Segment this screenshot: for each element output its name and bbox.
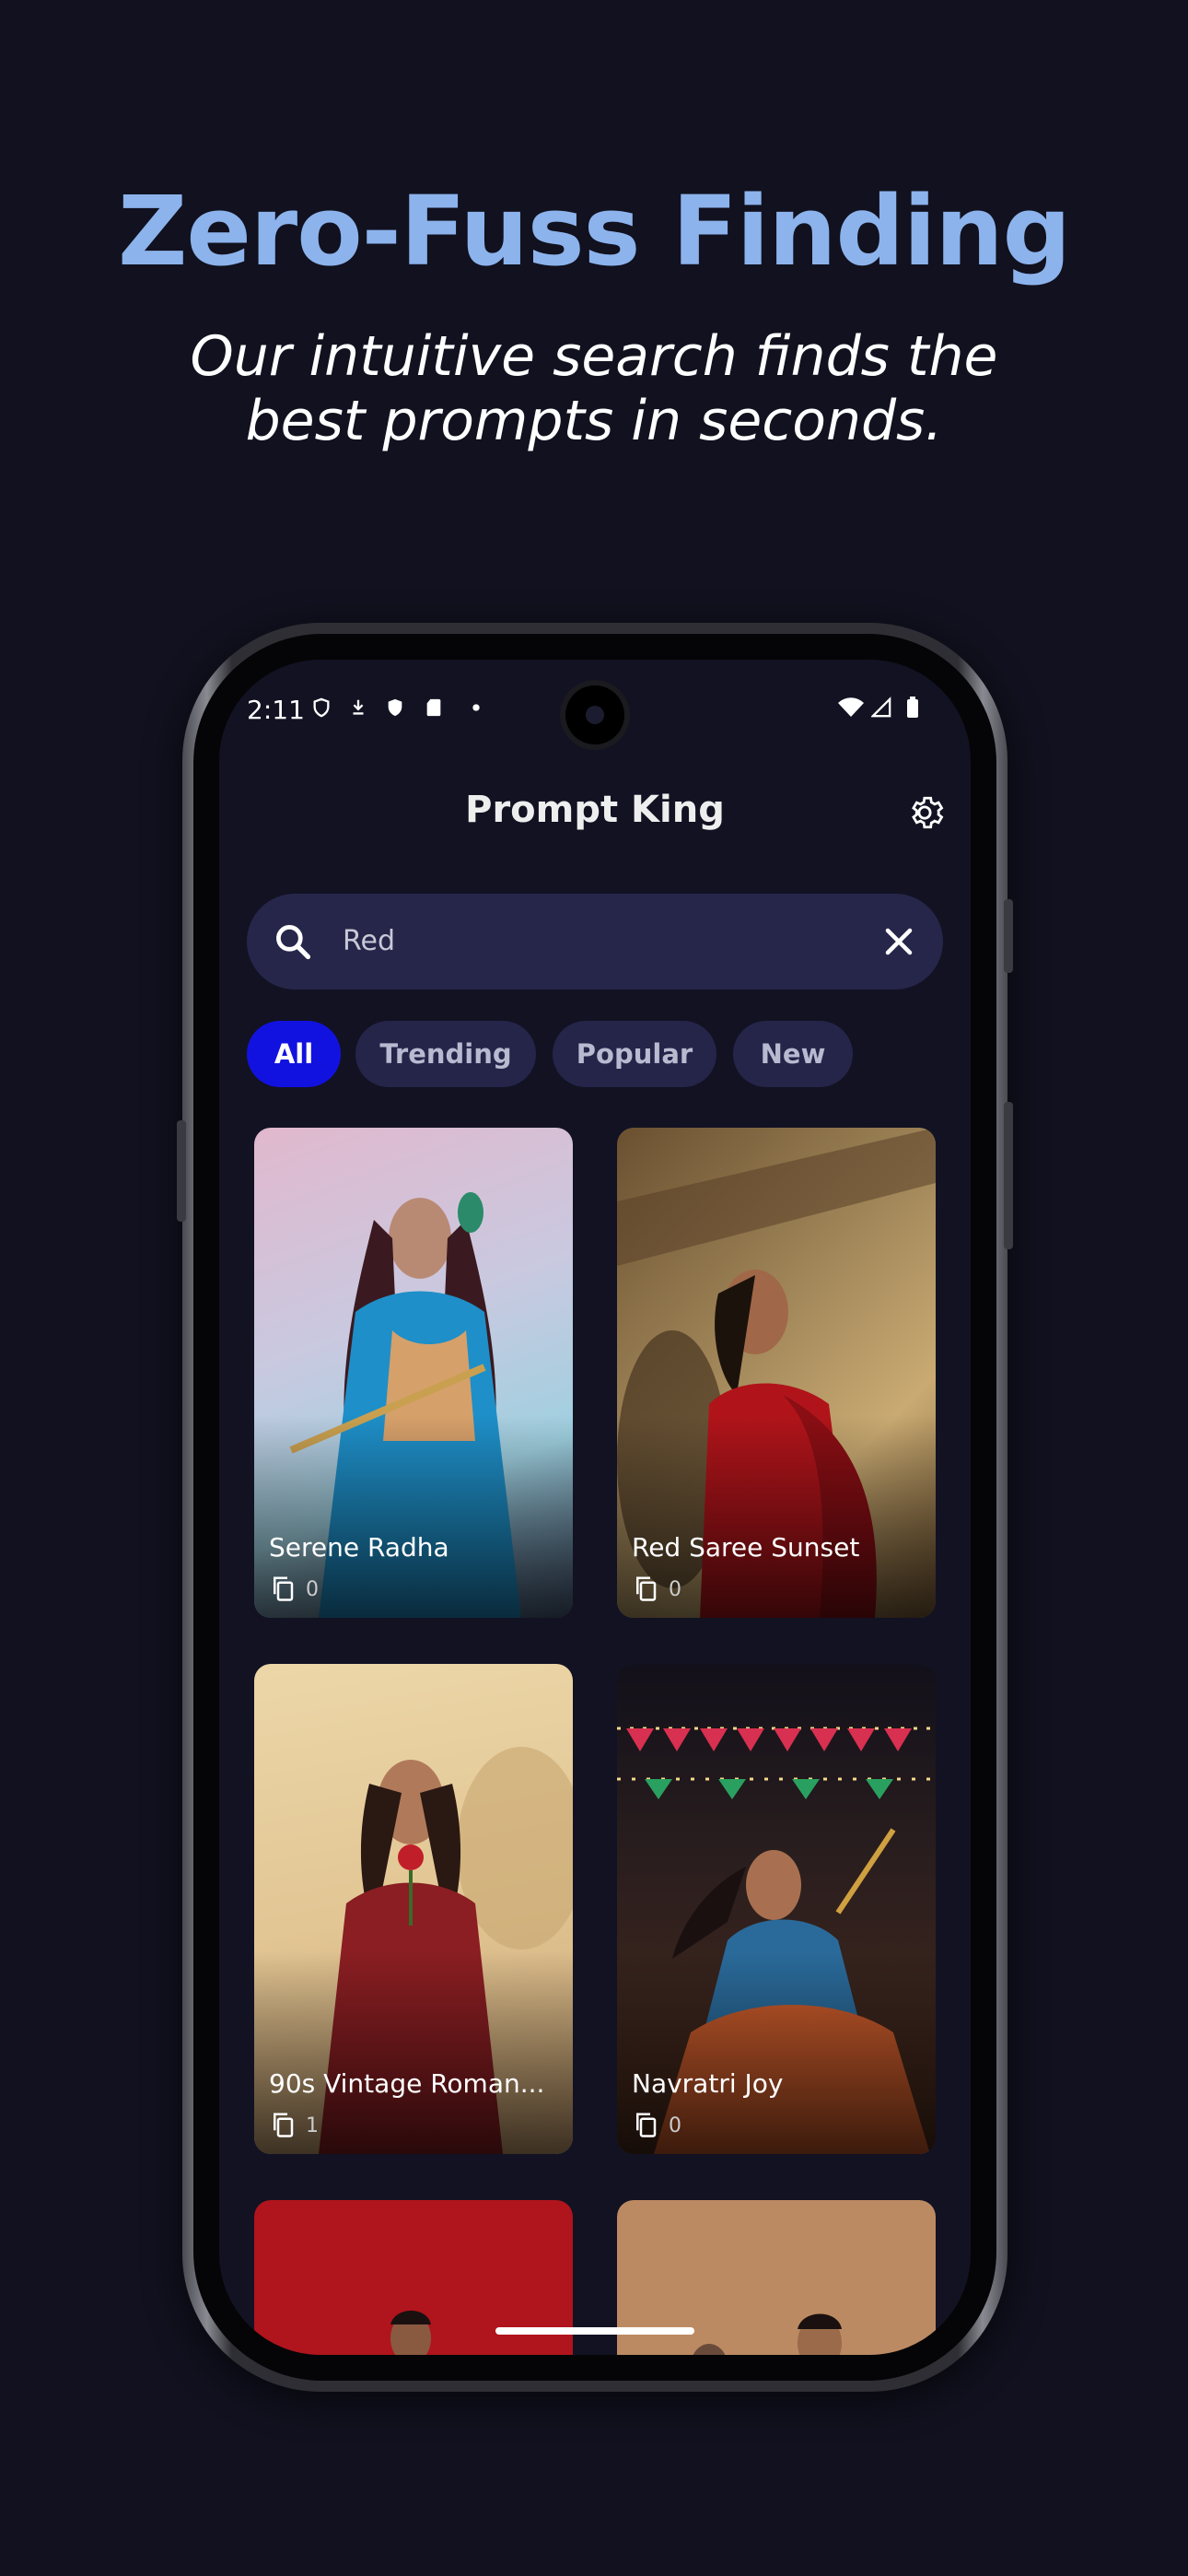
chip-popular[interactable]: Popular — [553, 1021, 716, 1087]
shield-outline-icon — [313, 697, 330, 718]
copy-icon[interactable] — [632, 1574, 659, 1603]
download-icon — [353, 699, 364, 715]
close-icon[interactable] — [882, 925, 915, 958]
card-title: 90s Vintage Roman... — [269, 2068, 545, 2099]
copy-icon[interactable] — [269, 2110, 297, 2139]
home-indicator[interactable] — [495, 2327, 694, 2335]
card-overlay — [617, 1951, 936, 2154]
card-title: Red Saree Sunset — [632, 1532, 860, 1563]
chip-all[interactable]: All — [247, 1021, 341, 1087]
chip-trending[interactable]: Trending — [355, 1021, 536, 1087]
app-screen: 2:11 Prompt King Red All Trending Popula… — [219, 660, 971, 2355]
prompt-card[interactable]: Red Saree Sunset 0 — [617, 1128, 936, 1618]
card-overlay — [254, 1415, 573, 1618]
sd-card-icon — [426, 698, 441, 717]
chip-new[interactable]: New — [733, 1021, 853, 1087]
prompt-card[interactable]: 90s Vintage Roman... 1 — [254, 1664, 573, 2154]
prompt-card[interactable]: Serene Radha 0 — [254, 1128, 573, 1618]
card-title: Navratri Joy — [632, 2068, 784, 2099]
phone-volume-button — [1004, 1102, 1013, 1249]
copy-icon[interactable] — [269, 1574, 297, 1603]
front-camera — [565, 685, 624, 744]
promo-subline-line-1: Our intuitive search finds the — [190, 324, 998, 389]
card-overlay — [254, 1951, 573, 2154]
search-input[interactable]: Red — [343, 925, 395, 957]
phone-side-button — [177, 1120, 186, 1222]
promo-headline: Zero-Fuss Finding — [117, 175, 1071, 287]
app-title: Prompt King — [465, 789, 725, 831]
card-copy-count: 0 — [669, 1578, 681, 1601]
signal-icon — [871, 697, 891, 718]
card-title: Serene Radha — [269, 1532, 449, 1563]
battery-icon — [907, 697, 918, 718]
phone-frame: 2:11 Prompt King Red All Trending Popula… — [177, 623, 1013, 2392]
dot-icon — [472, 704, 480, 711]
search-icon — [276, 925, 311, 960]
status-time: 2:11 — [247, 695, 305, 725]
phone-power-button — [1004, 899, 1013, 973]
card-copy-count: 1 — [306, 2114, 319, 2137]
copy-icon[interactable] — [632, 2110, 659, 2139]
promo-subline-line-2: best prompts in seconds. — [245, 389, 943, 453]
card-copy-count: 0 — [306, 1578, 319, 1601]
prompt-card[interactable]: Navratri Joy 0 — [617, 1664, 936, 2154]
card-overlay — [617, 1415, 936, 1618]
search-bar[interactable]: Red — [247, 894, 943, 989]
promo-subline: Our intuitive search finds the best prom… — [138, 324, 1050, 453]
shield-filled-icon — [388, 698, 402, 717]
gear-icon[interactable] — [905, 793, 944, 832]
status-bar: 2:11 — [219, 660, 971, 761]
card-copy-count: 0 — [669, 2114, 681, 2137]
wifi-icon — [838, 697, 864, 717]
